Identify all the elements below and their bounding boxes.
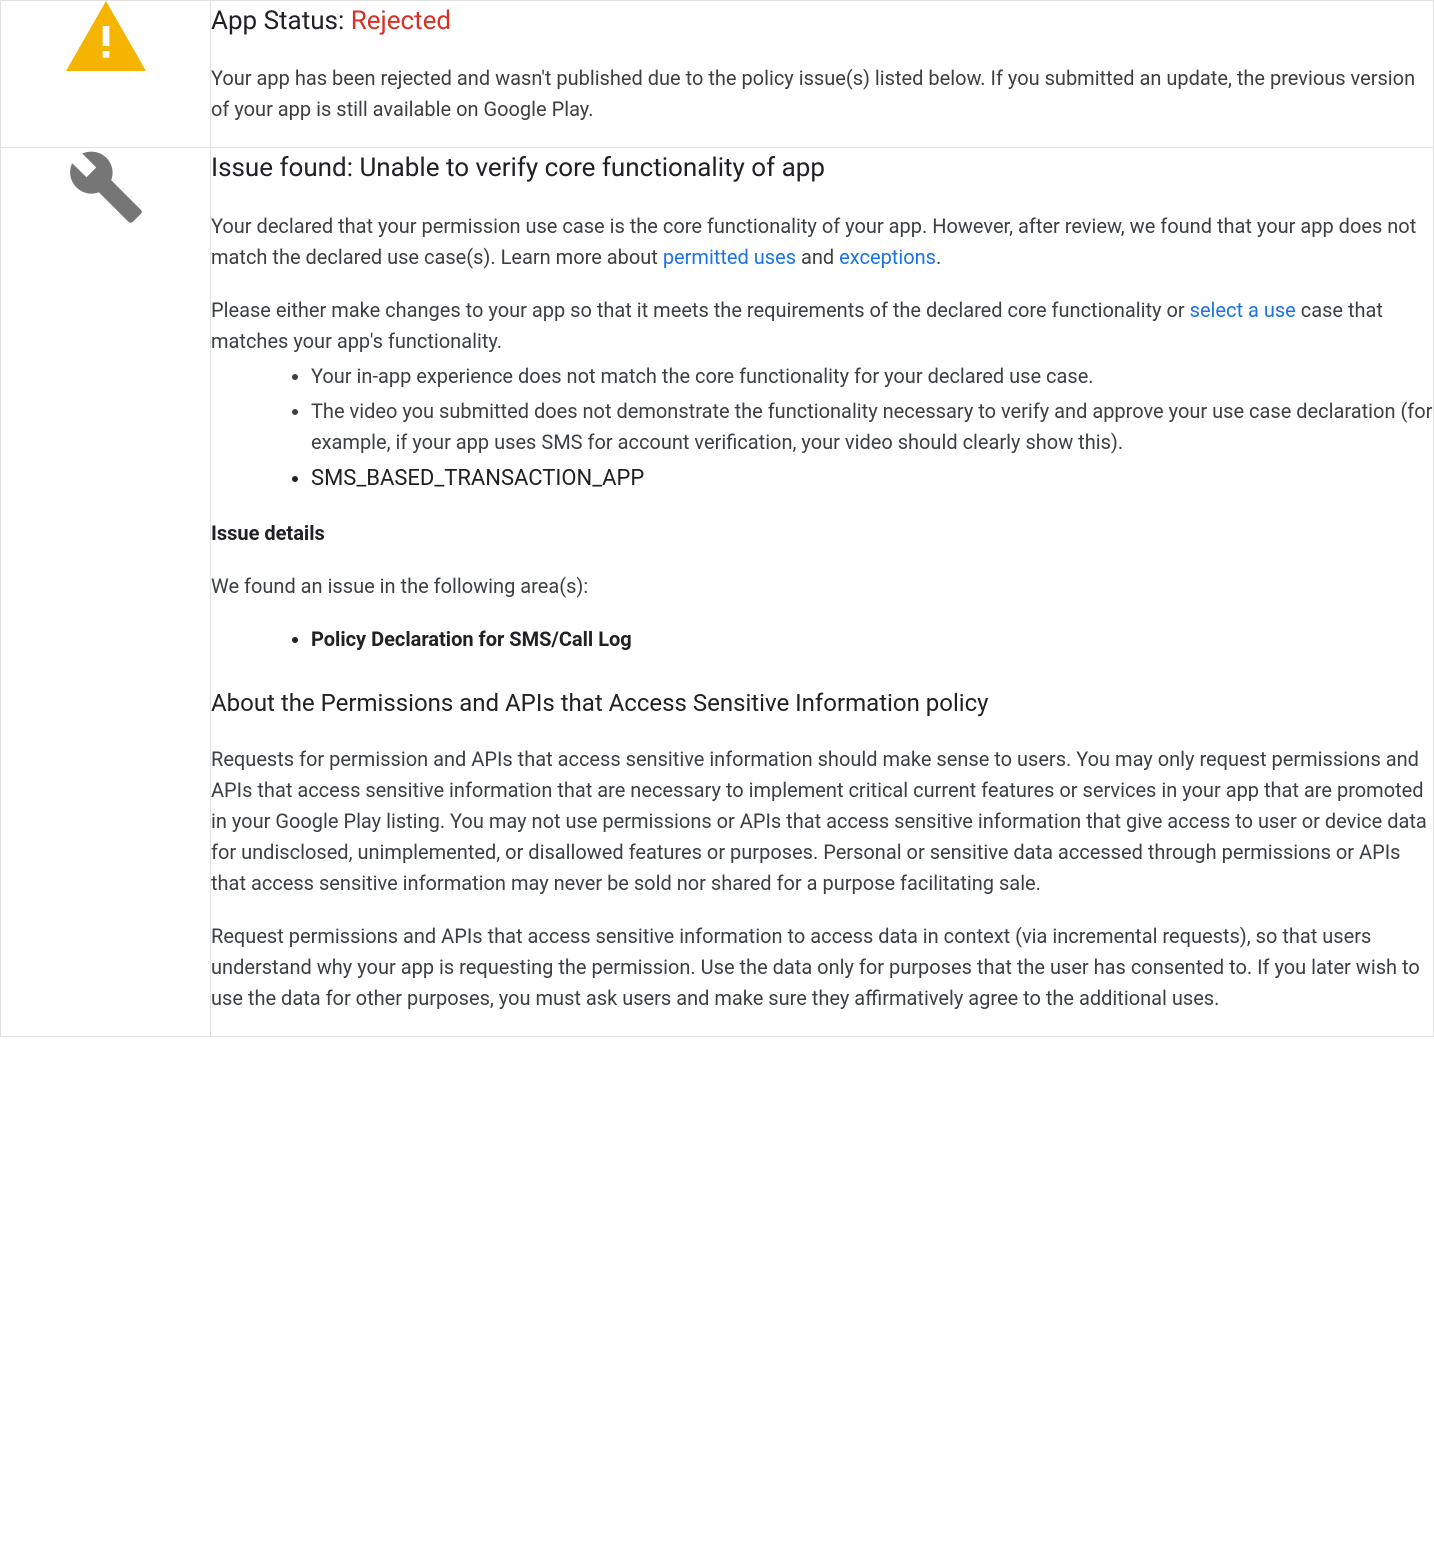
policy-paragraph-2: Request permissions and APIs that access… — [211, 921, 1433, 1014]
issue-details-label: Issue details — [211, 518, 1433, 549]
issue-paragraph-2: Please either make changes to your app s… — [211, 295, 1433, 357]
app-status-value: Rejected — [351, 6, 451, 36]
issue-bullet: Your in-app experience does not match th… — [311, 361, 1433, 392]
issue-areas-intro: We found an issue in the following area(… — [211, 571, 1433, 602]
issue-p1-end: . — [936, 245, 941, 269]
exceptions-link[interactable]: exceptions — [839, 245, 936, 269]
issue-paragraph-1: Your declared that your permission use c… — [211, 211, 1433, 273]
warning-icon — [66, 1, 146, 71]
issue-row: Issue found: Unable to verify core funct… — [1, 148, 1434, 1037]
wrench-icon — [67, 148, 145, 226]
issue-areas-list: Policy Declaration for SMS/Call Log — [211, 624, 1433, 655]
app-status-label: App Status: — [211, 6, 351, 36]
issue-heading: Issue found: Unable to verify core funct… — [211, 148, 1433, 188]
status-icon-cell — [1, 1, 211, 148]
issue-p1-and: and — [796, 245, 839, 269]
status-description: Your app has been rejected and wasn't pu… — [211, 63, 1433, 125]
issue-bullet: The video you submitted does not demonst… — [311, 396, 1433, 458]
issue-icon-cell — [1, 148, 211, 1037]
issue-p2-text-a: Please either make changes to your app s… — [211, 298, 1190, 322]
issue-content: Issue found: Unable to verify core funct… — [211, 148, 1434, 1037]
issue-bullets: Your in-app experience does not match th… — [211, 361, 1433, 496]
issue-bullet-permission: SMS_BASED_TRANSACTION_APP — [311, 462, 1433, 496]
notice-table: App Status: Rejected Your app has been r… — [0, 0, 1434, 1037]
policy-heading: About the Permissions and APIs that Acce… — [211, 685, 1433, 722]
issue-area-item: Policy Declaration for SMS/Call Log — [311, 624, 1433, 655]
app-status-heading: App Status: Rejected — [211, 1, 1433, 41]
select-use-link[interactable]: select a use — [1190, 298, 1296, 322]
status-content: App Status: Rejected Your app has been r… — [211, 1, 1434, 148]
permitted-uses-link[interactable]: permitted uses — [663, 245, 796, 269]
status-row: App Status: Rejected Your app has been r… — [1, 1, 1434, 148]
policy-paragraph-1: Requests for permission and APIs that ac… — [211, 744, 1433, 899]
